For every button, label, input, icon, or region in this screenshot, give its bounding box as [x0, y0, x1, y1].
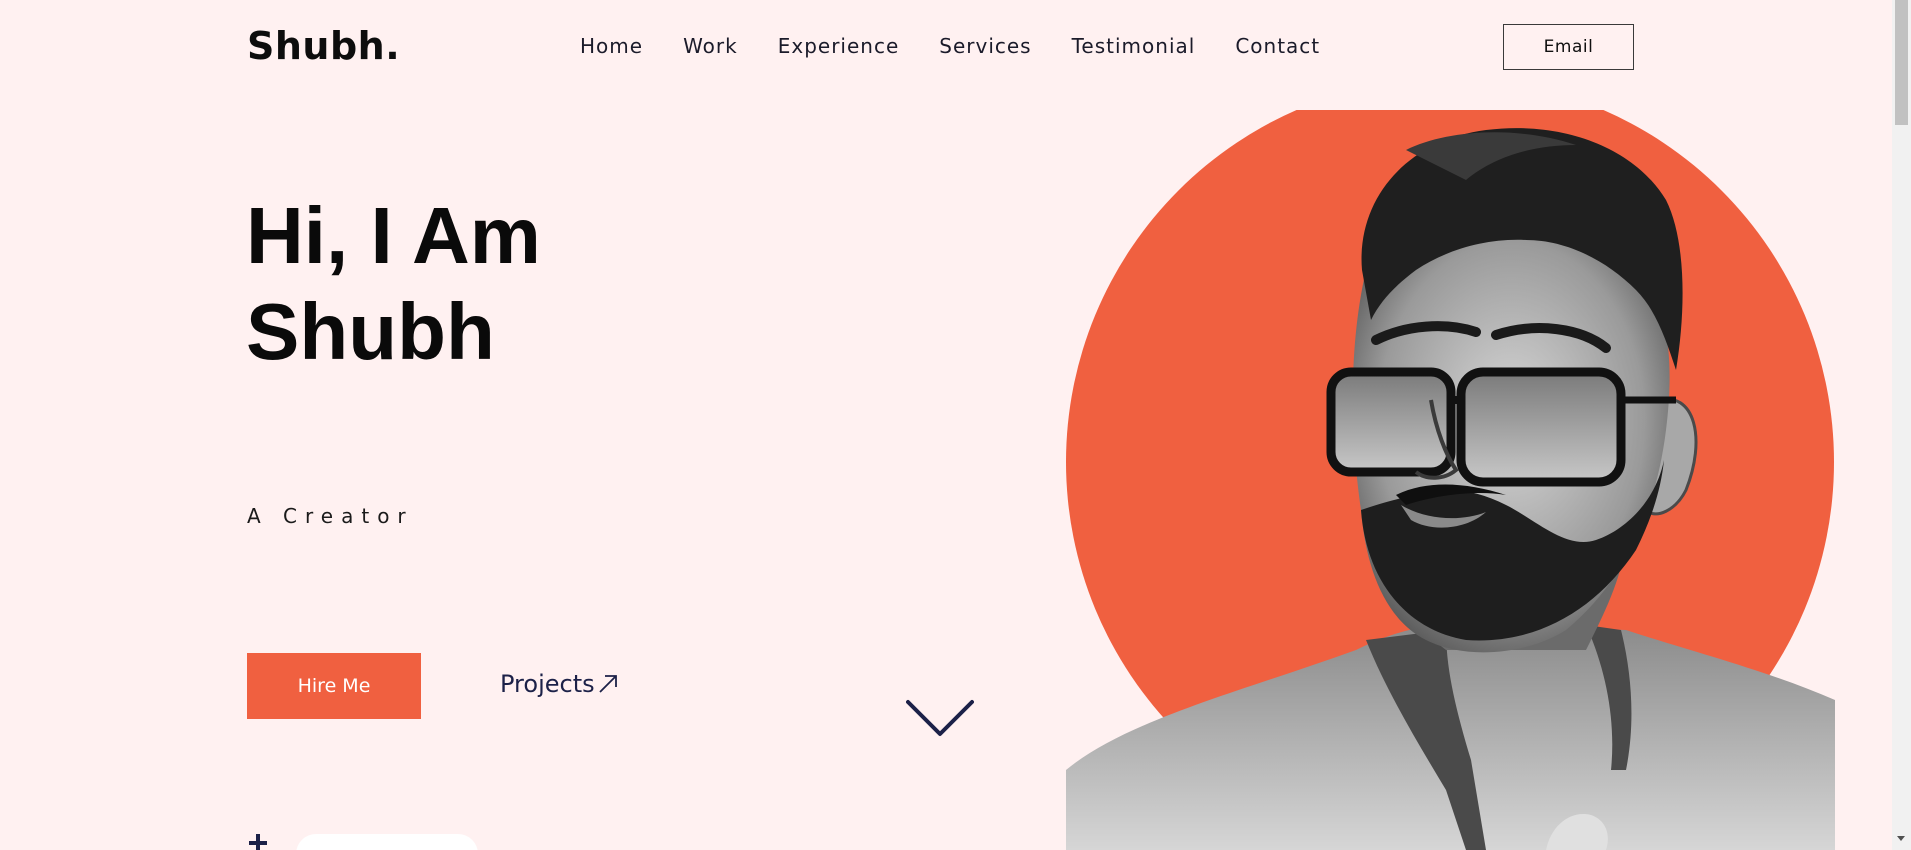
portrait-illustration	[1066, 110, 1835, 850]
hero-title: Hi, I Am Shubh	[246, 188, 541, 380]
nav-testimonial[interactable]: Testimonial	[1072, 34, 1196, 58]
portrait-image	[1066, 110, 1835, 850]
chevron-down-icon[interactable]	[906, 698, 974, 738]
vertical-scrollbar[interactable]	[1892, 0, 1911, 850]
nav-contact[interactable]: Contact	[1235, 34, 1320, 58]
projects-link[interactable]: Projects	[500, 670, 619, 698]
hire-me-button[interactable]: Hire Me	[247, 653, 421, 719]
hero-title-line2: Shubh	[246, 287, 495, 376]
main-nav: Home Work Experience Services Testimonia…	[580, 34, 1360, 58]
nav-experience[interactable]: Experience	[778, 34, 900, 58]
logo[interactable]: Shubh.	[247, 24, 400, 68]
hero-subtitle: A Creator	[247, 504, 414, 528]
plus-icon	[249, 834, 267, 850]
arrow-up-right-icon	[598, 675, 617, 693]
nav-home[interactable]: Home	[580, 34, 643, 58]
scrollbar-thumb[interactable]	[1895, 0, 1908, 125]
scroll-down-arrow-icon[interactable]	[1897, 836, 1905, 841]
nav-services[interactable]: Services	[939, 34, 1031, 58]
hero-title-line1: Hi, I Am	[246, 191, 541, 280]
projects-link-label: Projects	[500, 670, 595, 698]
bottom-pill	[296, 834, 478, 850]
page: Shubh. Home Work Experience Services Tes…	[0, 0, 1892, 850]
email-button[interactable]: Email	[1503, 24, 1634, 70]
nav-work[interactable]: Work	[683, 34, 738, 58]
